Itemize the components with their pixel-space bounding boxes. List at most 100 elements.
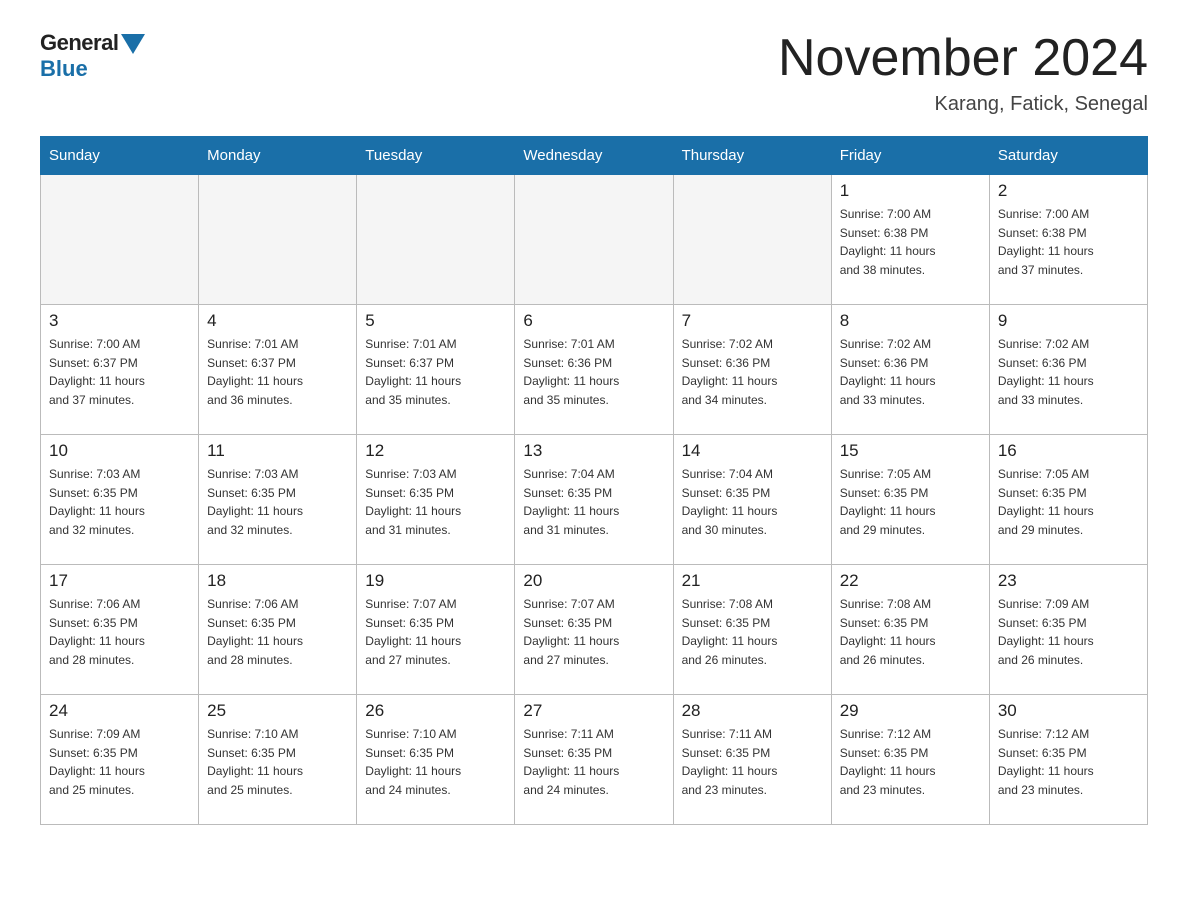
day-info: Sunrise: 7:03 AM Sunset: 6:35 PM Dayligh… [49,465,190,539]
day-number: 6 [523,311,664,331]
day-info: Sunrise: 7:00 AM Sunset: 6:38 PM Dayligh… [998,205,1139,279]
calendar-cell: 2 Sunrise: 7:00 AM Sunset: 6:38 PM Daylig… [989,175,1147,305]
calendar-cell: 8Sunrise: 7:02 AM Sunset: 6:36 PM Daylig… [831,305,989,435]
day-info: Sunrise: 7:04 AM Sunset: 6:35 PM Dayligh… [523,465,664,539]
day-number: 4 [207,311,348,331]
day-number: 15 [840,441,981,461]
column-header-tuesday: Tuesday [357,137,515,175]
calendar-header-row: SundayMondayTuesdayWednesdayThursdayFrid… [41,137,1148,175]
day-info: Sunrise: 7:09 AM Sunset: 6:35 PM Dayligh… [998,595,1139,669]
header: General Blue November 2024 Karang, Fatic… [40,30,1148,116]
day-info: Sunrise: 7:05 AM Sunset: 6:35 PM Dayligh… [840,465,981,539]
day-info: Sunrise: 7:02 AM Sunset: 6:36 PM Dayligh… [682,335,823,409]
day-number: 22 [840,571,981,591]
day-info: Sunrise: 7:08 AM Sunset: 6:35 PM Dayligh… [682,595,823,669]
day-number: 14 [682,441,823,461]
calendar-cell: 30Sunrise: 7:12 AM Sunset: 6:35 PM Dayli… [989,695,1147,825]
calendar-title: November 2024 [778,30,1148,87]
day-number: 29 [840,701,981,721]
day-info: Sunrise: 7:04 AM Sunset: 6:35 PM Dayligh… [682,465,823,539]
day-info: Sunrise: 7:03 AM Sunset: 6:35 PM Dayligh… [207,465,348,539]
column-header-sunday: Sunday [41,137,199,175]
day-number: 10 [49,441,190,461]
day-info: Sunrise: 7:10 AM Sunset: 6:35 PM Dayligh… [207,725,348,799]
calendar-cell: 24Sunrise: 7:09 AM Sunset: 6:35 PM Dayli… [41,695,199,825]
calendar-week-row: 10 Sunrise: 7:03 AM Sunset: 6:35 PM Dayli… [41,435,1148,565]
day-number: 3 [49,311,190,331]
calendar-table: SundayMondayTuesdayWednesdayThursdayFrid… [40,136,1148,825]
day-info: Sunrise: 7:06 AM Sunset: 6:35 PM Dayligh… [49,595,190,669]
calendar-cell: 7Sunrise: 7:02 AM Sunset: 6:36 PM Daylig… [673,305,831,435]
calendar-cell: 26 Sunrise: 7:10 AM Sunset: 6:35 PM Dayli… [357,695,515,825]
calendar-cell: 29 Sunrise: 7:12 AM Sunset: 6:35 PM Dayli… [831,695,989,825]
column-header-friday: Friday [831,137,989,175]
day-info: Sunrise: 7:07 AM Sunset: 6:35 PM Dayligh… [365,595,506,669]
calendar-cell: 25 Sunrise: 7:10 AM Sunset: 6:35 PM Dayli… [199,695,357,825]
day-number: 20 [523,571,664,591]
day-number: 12 [365,441,506,461]
calendar-cell: 9Sunrise: 7:02 AM Sunset: 6:36 PM Daylig… [989,305,1147,435]
day-number: 26 [365,701,506,721]
day-info: Sunrise: 7:10 AM Sunset: 6:35 PM Dayligh… [365,725,506,799]
day-number: 5 [365,311,506,331]
day-info: Sunrise: 7:00 AM Sunset: 6:37 PM Dayligh… [49,335,190,409]
calendar-cell: 16 Sunrise: 7:05 AM Sunset: 6:35 PM Dayli… [989,435,1147,565]
calendar-week-row: 1Sunrise: 7:00 AM Sunset: 6:38 PM Daylig… [41,175,1148,305]
calendar-cell: 11 Sunrise: 7:03 AM Sunset: 6:35 PM Dayli… [199,435,357,565]
title-area: November 2024 Karang, Fatick, Senegal [778,30,1148,116]
day-number: 2 [998,181,1139,201]
day-info: Sunrise: 7:01 AM Sunset: 6:36 PM Dayligh… [523,335,664,409]
day-info: Sunrise: 7:05 AM Sunset: 6:35 PM Dayligh… [998,465,1139,539]
day-info: Sunrise: 7:11 AM Sunset: 6:35 PM Dayligh… [523,725,664,799]
day-info: Sunrise: 7:12 AM Sunset: 6:35 PM Dayligh… [840,725,981,799]
day-number: 16 [998,441,1139,461]
day-number: 30 [998,701,1139,721]
calendar-cell: 23 Sunrise: 7:09 AM Sunset: 6:35 PM Dayli… [989,565,1147,695]
calendar-cell [673,175,831,305]
column-header-monday: Monday [199,137,357,175]
calendar-cell: 21 Sunrise: 7:08 AM Sunset: 6:35 PM Dayli… [673,565,831,695]
day-number: 27 [523,701,664,721]
day-number: 28 [682,701,823,721]
calendar-cell: 10 Sunrise: 7:03 AM Sunset: 6:35 PM Dayli… [41,435,199,565]
day-number: 21 [682,571,823,591]
day-info: Sunrise: 7:11 AM Sunset: 6:35 PM Dayligh… [682,725,823,799]
logo: General Blue [40,30,145,82]
logo-triangle-icon [121,34,145,54]
day-info: Sunrise: 7:01 AM Sunset: 6:37 PM Dayligh… [207,335,348,409]
calendar-cell: 14 Sunrise: 7:04 AM Sunset: 6:35 PM Dayli… [673,435,831,565]
calendar-cell: 17Sunrise: 7:06 AM Sunset: 6:35 PM Dayli… [41,565,199,695]
calendar-cell: 3 Sunrise: 7:00 AM Sunset: 6:37 PM Daylig… [41,305,199,435]
column-header-wednesday: Wednesday [515,137,673,175]
logo-general-text: General [40,30,118,56]
day-number: 23 [998,571,1139,591]
calendar-cell: 27 Sunrise: 7:11 AM Sunset: 6:35 PM Dayli… [515,695,673,825]
calendar-cell: 1Sunrise: 7:00 AM Sunset: 6:38 PM Daylig… [831,175,989,305]
calendar-cell [357,175,515,305]
calendar-cell: 20 Sunrise: 7:07 AM Sunset: 6:35 PM Dayli… [515,565,673,695]
calendar-cell: 22 Sunrise: 7:08 AM Sunset: 6:35 PM Dayli… [831,565,989,695]
day-number: 11 [207,441,348,461]
calendar-cell [515,175,673,305]
day-info: Sunrise: 7:06 AM Sunset: 6:35 PM Dayligh… [207,595,348,669]
calendar-cell: 13Sunrise: 7:04 AM Sunset: 6:35 PM Dayli… [515,435,673,565]
calendar-cell: 15 Sunrise: 7:05 AM Sunset: 6:35 PM Dayli… [831,435,989,565]
calendar-cell: 5 Sunrise: 7:01 AM Sunset: 6:37 PM Daylig… [357,305,515,435]
day-info: Sunrise: 7:02 AM Sunset: 6:36 PM Dayligh… [998,335,1139,409]
day-info: Sunrise: 7:07 AM Sunset: 6:35 PM Dayligh… [523,595,664,669]
calendar-cell [199,175,357,305]
calendar-cell: 12 Sunrise: 7:03 AM Sunset: 6:35 PM Dayli… [357,435,515,565]
day-number: 25 [207,701,348,721]
day-info: Sunrise: 7:08 AM Sunset: 6:35 PM Dayligh… [840,595,981,669]
calendar-cell: 4 Sunrise: 7:01 AM Sunset: 6:37 PM Daylig… [199,305,357,435]
calendar-cell: 18Sunrise: 7:06 AM Sunset: 6:35 PM Dayli… [199,565,357,695]
day-number: 8 [840,311,981,331]
calendar-week-row: 3 Sunrise: 7:00 AM Sunset: 6:37 PM Daylig… [41,305,1148,435]
calendar-cell: 6 Sunrise: 7:01 AM Sunset: 6:36 PM Daylig… [515,305,673,435]
column-header-saturday: Saturday [989,137,1147,175]
day-info: Sunrise: 7:03 AM Sunset: 6:35 PM Dayligh… [365,465,506,539]
day-info: Sunrise: 7:00 AM Sunset: 6:38 PM Dayligh… [840,205,981,279]
calendar-week-row: 24Sunrise: 7:09 AM Sunset: 6:35 PM Dayli… [41,695,1148,825]
calendar-cell: 19Sunrise: 7:07 AM Sunset: 6:35 PM Dayli… [357,565,515,695]
day-info: Sunrise: 7:01 AM Sunset: 6:37 PM Dayligh… [365,335,506,409]
